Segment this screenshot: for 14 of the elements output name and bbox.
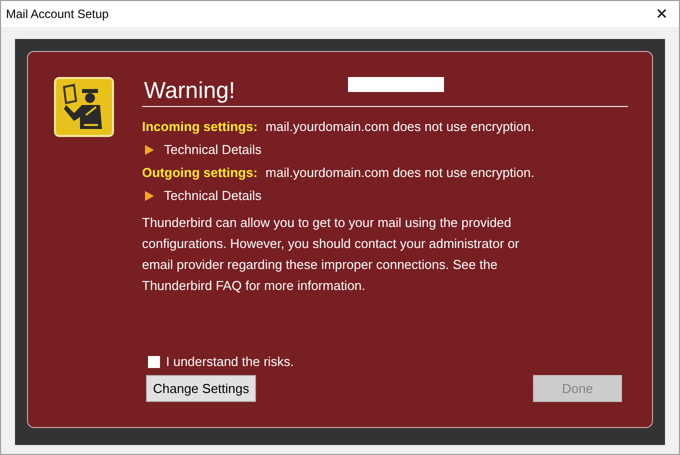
settings-text: mail.yourdomain.com does not use encryption. [266,165,534,180]
window-title: Mail Account Setup [6,7,109,21]
officer-icon [54,77,114,137]
close-button[interactable]: ✕ [645,1,679,27]
settings-label: Incoming settings: [142,119,258,134]
checkbox-label: I understand the risks. [166,354,294,369]
technical-details-toggle[interactable]: Technical Details [142,138,628,161]
settings-label: Outgoing settings: [142,165,258,180]
change-settings-button[interactable]: Change Settings [146,375,256,402]
warning-message: Thunderbird can allow you to get to your mail using the provided configurations. However, you should contact your administrator or email provider regarding these improper connections. See the Thunderbird FAQ for more information. [142,214,520,295]
risk-checkbox[interactable] [148,356,160,368]
settings-text: mail.yourdomain.com does not use encryption. [266,119,534,134]
warning-title: Warning! [144,77,236,103]
technical-details-toggle[interactable]: Technical Details [142,184,628,207]
